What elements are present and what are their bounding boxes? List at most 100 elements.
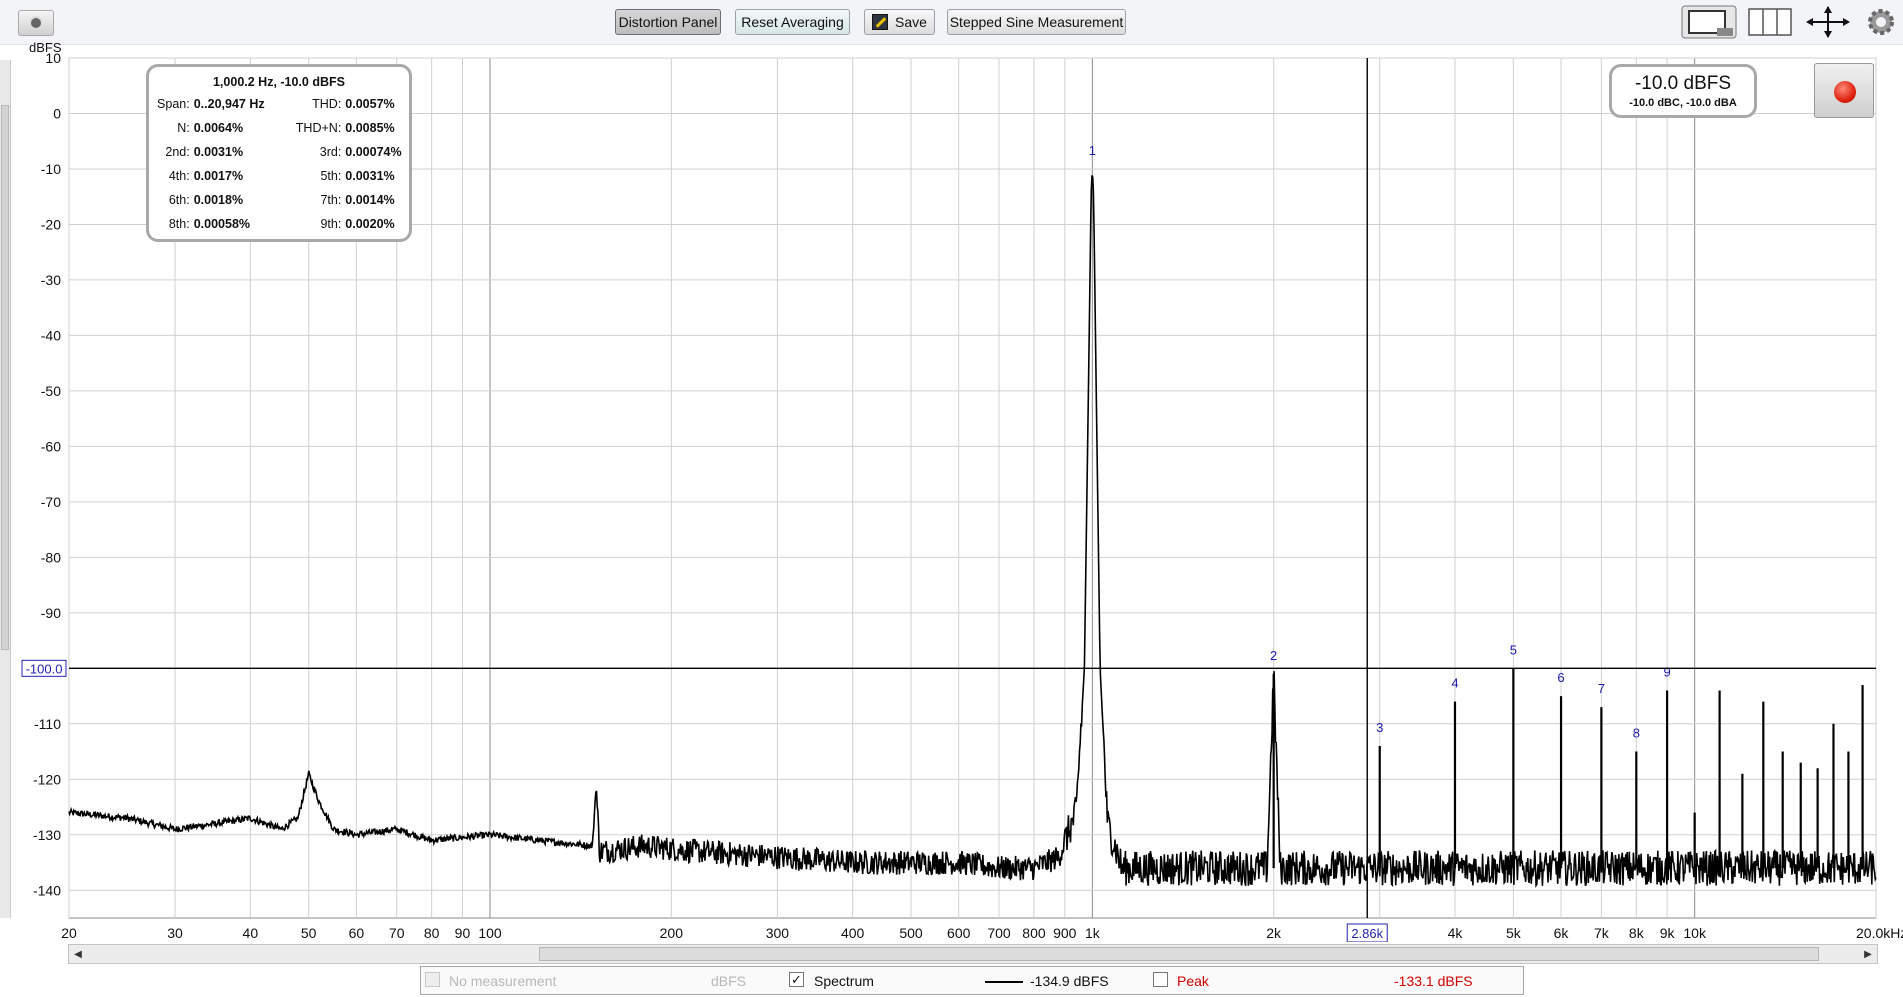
- record-icon: [1834, 81, 1856, 103]
- frequency-cursor-label: 2.86k: [1351, 926, 1383, 941]
- x-tick-label: 80: [424, 925, 440, 941]
- y-tick-label: -80: [41, 549, 61, 565]
- peak-value: -133.1 dBFS: [1394, 973, 1473, 989]
- no-measurement-label: No measurement: [449, 973, 557, 989]
- x-tick-label: 900: [1053, 925, 1077, 941]
- harmonic-marker-label: 3: [1376, 720, 1383, 735]
- spectrum-line-swatch: [985, 981, 1023, 983]
- no-measurement-unit: dBFS: [711, 973, 747, 989]
- horizontal-scrollbar[interactable]: ◀ ▶: [68, 944, 1878, 964]
- x-tick-label: 700: [987, 925, 1011, 941]
- stat-key: 4th:: [168, 169, 190, 183]
- harmonic-marker-label: 9: [1664, 665, 1671, 680]
- stats-row: 2nd: 0.0031% 3rd: 0.00074%: [153, 140, 409, 164]
- x-tick-label: 7k: [1594, 925, 1610, 941]
- y-tick-label: -30: [41, 272, 61, 288]
- stat-value: 0.0017%: [193, 169, 244, 183]
- stat-key: 5th:: [320, 169, 342, 183]
- stats-row: 4th: 0.0017% 5th: 0.0031%: [153, 164, 409, 188]
- stat-value: 0.0014%: [345, 193, 395, 207]
- stat-key: 7th:: [320, 193, 342, 207]
- peak-checkbox[interactable]: [1153, 972, 1168, 987]
- stat-key: Span:: [157, 97, 190, 111]
- no-measurement-checkbox[interactable]: [425, 972, 440, 987]
- stats-row: Span: 0..20,947 Hz THD: 0.0057%: [153, 92, 409, 116]
- x-tick-label: 20: [61, 925, 77, 941]
- x-tick-label: 600: [947, 925, 971, 941]
- horizontal-scroll-thumb[interactable]: [539, 947, 1819, 961]
- stat-key: 9th:: [320, 217, 342, 231]
- scroll-right-arrow-icon[interactable]: ▶: [1859, 945, 1877, 963]
- harmonic-marker-label: 7: [1598, 681, 1605, 696]
- stat-value: 0.0031%: [345, 169, 395, 183]
- record-button[interactable]: [1814, 63, 1874, 118]
- x-tick-label: 8k: [1629, 925, 1645, 941]
- x-tick-label: 50: [301, 925, 317, 941]
- y-tick-label: -140: [33, 882, 61, 898]
- stat-value: 0.0057%: [345, 97, 395, 111]
- x-tick-label: 500: [899, 925, 923, 941]
- y-tick-label: -60: [41, 438, 61, 454]
- stat-key: 3rd:: [319, 145, 342, 159]
- x-tick-label: 90: [455, 925, 471, 941]
- x-tick-label: 400: [841, 925, 865, 941]
- y-tick-label: -90: [41, 605, 61, 621]
- spectrum-checkbox[interactable]: ✓: [789, 972, 804, 987]
- level-sub: -10.0 dBC, -10.0 dBA: [1629, 97, 1737, 109]
- stat-value: 0.0031%: [193, 145, 244, 159]
- x-tick-label: 300: [766, 925, 790, 941]
- level-meter: -10.0 dBFS -10.0 dBC, -10.0 dBA: [1609, 64, 1757, 118]
- stat-value: 0.0018%: [193, 193, 244, 207]
- x-tick-label: 200: [660, 925, 684, 941]
- stat-value: 0.0020%: [345, 217, 395, 231]
- y-tick-label: -10: [41, 161, 61, 177]
- spectrum-label: Spectrum: [814, 973, 874, 989]
- stat-value: 0.00074%: [345, 145, 402, 159]
- harmonic-marker-label: 4: [1451, 676, 1458, 691]
- level-main: -10.0 dBFS: [1634, 73, 1732, 94]
- y-tick-label: -110: [34, 716, 61, 732]
- stats-table: Span: 0..20,947 Hz THD: 0.0057% N: 0.0064% THD…: [153, 92, 409, 236]
- stat-key: THD:: [312, 97, 342, 111]
- x-tick-label: 800: [1022, 925, 1046, 941]
- stat-value: 0.00058%: [193, 217, 251, 231]
- x-tick-label: 5k: [1506, 925, 1522, 941]
- y-tick-label: -40: [41, 327, 61, 343]
- x-tick-label: 1k: [1085, 925, 1101, 941]
- stats-header: 1,000.2 Hz, -10.0 dBFS: [212, 75, 345, 89]
- x-tick-label: 9k: [1660, 925, 1676, 941]
- stat-key: N:: [177, 121, 190, 135]
- stat-value: 0.0064%: [193, 121, 244, 135]
- stats-row: N: 0.0064% THD+N: 0.0085%: [153, 116, 409, 140]
- y-tick-label: -20: [41, 216, 61, 232]
- harmonic-marker-label: 6: [1557, 670, 1564, 685]
- stat-value: 0.0085%: [345, 121, 395, 135]
- x-tick-label: 6k: [1554, 925, 1570, 941]
- x-tick-label: 70: [389, 925, 405, 941]
- legend-bar: No measurement dBFS ✓ Spectrum -134.9 dB…: [420, 966, 1524, 995]
- x-tick-label: 60: [349, 925, 365, 941]
- distortion-stats-panel: 1,000.2 Hz, -10.0 dBFS Span: 0..20,947 Hz…: [146, 64, 412, 242]
- stats-row: 6th: 0.0018% 7th: 0.0014%: [153, 188, 409, 212]
- x-tick-label: 100: [478, 925, 502, 941]
- y-tick-label: -50: [41, 383, 61, 399]
- stat-key: 2nd:: [165, 145, 190, 159]
- y-tick-label: -130: [33, 827, 61, 843]
- y-tick-label: 0: [53, 105, 61, 121]
- stat-key: 6th:: [168, 193, 190, 207]
- x-tick-label: 30: [167, 925, 183, 941]
- harmonic-marker-label: 2: [1270, 648, 1277, 663]
- stat-key: THD+N:: [295, 121, 342, 135]
- y-tick-label: -70: [41, 494, 61, 510]
- scroll-left-arrow-icon[interactable]: ◀: [69, 945, 87, 963]
- x-tick-label: 20.0kHz: [1856, 925, 1903, 941]
- stat-value: 0..20,947 Hz: [193, 97, 265, 111]
- peak-label: Peak: [1177, 973, 1209, 989]
- harmonic-marker-label: 5: [1510, 642, 1517, 657]
- y-tick-label: -120: [33, 771, 61, 787]
- x-tick-label: 4k: [1448, 925, 1464, 941]
- x-tick-label: 40: [243, 925, 259, 941]
- stat-key: 8th:: [168, 217, 190, 231]
- spectrum-value: -134.9 dBFS: [1030, 973, 1109, 989]
- x-tick-label: 2k: [1266, 925, 1282, 941]
